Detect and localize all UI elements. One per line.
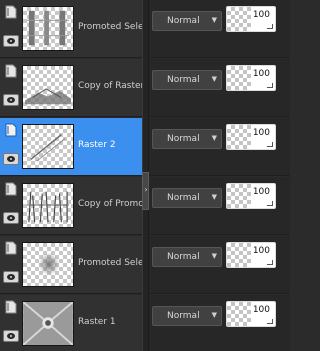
layer-info[interactable]: Raster 2 <box>0 118 142 176</box>
layer-icons <box>2 62 21 114</box>
opacity-value: 100 <box>252 187 270 197</box>
opacity-field[interactable]: 100 <box>226 301 276 327</box>
layer-icons <box>2 298 21 350</box>
blend-mode-value: Normal <box>167 252 200 262</box>
blend-mode-value: Normal <box>167 134 200 144</box>
blend-mode-dropdown[interactable]: Normal ▼ <box>152 129 222 149</box>
layer-thumbnail <box>22 242 74 287</box>
opacity-value: 100 <box>252 69 270 79</box>
chevron-down-icon: ▼ <box>211 193 217 201</box>
raster-layer-icon[interactable] <box>5 182 17 196</box>
layer-name[interactable]: Promoted Selection <box>78 258 142 268</box>
layer-properties: Normal ▼ 100 <box>149 236 290 294</box>
layer-info[interactable]: Raster 1 <box>0 295 142 351</box>
layer-info[interactable]: Copy of Raster 2 <box>0 59 142 117</box>
eye-icon[interactable] <box>3 94 19 106</box>
blend-mode-dropdown[interactable]: Normal ▼ <box>152 70 222 90</box>
blend-mode-dropdown[interactable]: Normal ▼ <box>152 247 222 267</box>
opacity-field[interactable]: 100 <box>226 124 276 150</box>
layer-thumbnail <box>22 65 74 110</box>
layer-properties: Normal ▼ 100 <box>149 295 290 351</box>
blend-mode-value: Normal <box>167 311 200 321</box>
blend-mode-value: Normal <box>167 16 200 26</box>
layer-properties: Normal ▼ 100 <box>149 177 290 235</box>
layer-icons <box>2 180 21 232</box>
layer-info[interactable]: Copy of Promoted Selection <box>0 177 142 235</box>
eye-icon[interactable] <box>3 271 19 283</box>
opacity-value: 100 <box>252 10 270 20</box>
opacity-scroll-icon <box>267 260 273 265</box>
layers-palette: Promoted Selection Normal ▼ 100 Copy of <box>0 0 290 351</box>
opacity-scroll-icon <box>267 201 273 206</box>
raster-layer-icon[interactable] <box>5 5 17 19</box>
collapse-handle[interactable]: › <box>142 172 149 210</box>
layer-name[interactable]: Copy of Promoted Selection <box>78 199 142 209</box>
layer-icons <box>2 3 21 55</box>
blend-mode-value: Normal <box>167 75 200 85</box>
opacity-field[interactable]: 100 <box>226 65 276 91</box>
layer-properties: Normal ▼ 100 <box>149 59 290 117</box>
layer-icons <box>2 121 21 173</box>
chevron-right-icon: › <box>144 185 148 194</box>
chevron-down-icon: ▼ <box>211 75 217 83</box>
blend-mode-value: Normal <box>167 193 200 203</box>
blend-mode-dropdown[interactable]: Normal ▼ <box>152 188 222 208</box>
chevron-down-icon: ▼ <box>211 311 217 319</box>
layer-name[interactable]: Raster 2 <box>78 140 142 150</box>
eye-icon[interactable] <box>3 35 19 47</box>
opacity-scroll-icon <box>267 83 273 88</box>
layer-info[interactable]: Promoted Selection <box>0 236 142 294</box>
layer-name[interactable]: Copy of Raster 2 <box>78 81 142 91</box>
layer-name[interactable]: Promoted Selection <box>78 22 142 32</box>
eye-icon[interactable] <box>3 153 19 165</box>
layer-thumbnail <box>22 124 74 169</box>
raster-layer-icon[interactable] <box>5 64 17 78</box>
layer-thumbnail <box>22 301 74 346</box>
opacity-field[interactable]: 100 <box>226 242 276 268</box>
eye-icon[interactable] <box>3 212 19 224</box>
layer-icons <box>2 239 21 291</box>
layer-info[interactable]: Promoted Selection <box>0 0 142 58</box>
layer-name[interactable]: Raster 1 <box>78 317 142 327</box>
chevron-down-icon: ▼ <box>211 134 217 142</box>
opacity-value: 100 <box>252 128 270 138</box>
opacity-scroll-icon <box>267 142 273 147</box>
chevron-down-icon: ▼ <box>211 16 217 24</box>
chevron-down-icon: ▼ <box>211 252 217 260</box>
blend-mode-dropdown[interactable]: Normal ▼ <box>152 11 222 31</box>
raster-layer-icon[interactable] <box>5 300 17 314</box>
layer-thumbnail <box>22 6 74 51</box>
layer-properties: Normal ▼ 100 <box>149 0 290 58</box>
opacity-field[interactable]: 100 <box>226 6 276 32</box>
raster-layer-icon[interactable] <box>5 241 17 255</box>
opacity-scroll-icon <box>267 24 273 29</box>
opacity-value: 100 <box>252 246 270 256</box>
opacity-field[interactable]: 100 <box>226 183 276 209</box>
blend-mode-dropdown[interactable]: Normal ▼ <box>152 306 222 326</box>
layer-properties: Normal ▼ 100 <box>149 118 290 176</box>
opacity-value: 100 <box>252 305 270 315</box>
raster-layer-icon[interactable] <box>5 123 17 137</box>
layer-thumbnail <box>22 183 74 228</box>
eye-icon[interactable] <box>3 330 19 342</box>
opacity-scroll-icon <box>267 319 273 324</box>
